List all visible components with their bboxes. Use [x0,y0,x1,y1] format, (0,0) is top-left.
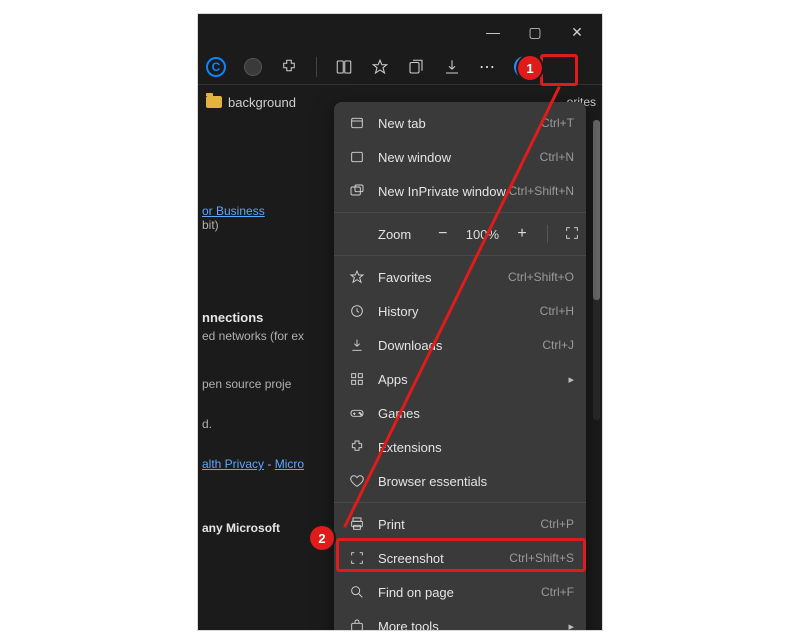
page-text: ed networks (for ex [202,329,304,343]
history-icon [346,303,368,319]
toolbar-divider [316,57,317,77]
page-link-business[interactable]: or Business [202,204,265,218]
extensions-icon[interactable] [280,58,298,76]
fullscreen-icon[interactable] [564,225,580,244]
menu-shortcut: Ctrl+H [540,304,574,318]
zoom-out-button[interactable]: − [434,225,452,243]
menu-shortcut: Ctrl+Shift+O [508,270,574,284]
toolbox-icon [346,618,368,631]
split-screen-icon[interactable] [335,58,353,76]
chevron-right-icon: ▸ [568,620,574,632]
menu-item-find[interactable]: Find on page Ctrl+F [334,575,586,609]
window-maximize[interactable]: ▢ [528,24,542,41]
window-close[interactable]: ✕ [570,24,584,41]
page-text: bit) [202,218,219,232]
menu-label: Favorites [378,270,508,285]
browser-window: — ▢ ✕ C ⋯ background orites or Business … [197,13,603,631]
page-bold-text: any Microsoft [202,521,280,535]
menu-label: Extensions [378,440,574,455]
scrollbar-thumb[interactable] [593,120,600,300]
menu-item-extensions[interactable]: Extensions [334,430,586,464]
annotation-box-1 [540,54,578,86]
menu-label: Find on page [378,585,541,600]
extensions-icon [346,439,368,455]
menu-label: Browser essentials [378,474,574,489]
menu-shortcut: Ctrl+F [541,585,574,599]
menu-item-history[interactable]: History Ctrl+H [334,294,586,328]
menu-item-zoom: Zoom − 100% + [334,217,586,251]
menu-shortcut: Ctrl+Shift+N [509,184,574,198]
menu-item-apps[interactable]: Apps ▸ [334,362,586,396]
profile-badge-icon[interactable]: C [206,57,226,77]
search-icon [346,584,368,600]
menu-item-new-window[interactable]: New window Ctrl+N [334,140,586,174]
menu-shortcut: Ctrl+J [542,338,574,352]
menu-separator [334,212,586,213]
menu-label: More tools [378,619,562,632]
page-text: - [267,457,274,471]
menu-shortcut: Ctrl+P [540,517,574,531]
downloads-icon[interactable] [443,58,461,76]
menu-label: History [378,304,540,319]
page-heading-connections: nnections [202,310,310,325]
menu-item-more-tools[interactable]: More tools ▸ [334,609,586,631]
menu-label: Games [378,406,574,421]
window-minimize[interactable]: — [486,24,500,40]
annotation-badge-1: 1 [518,56,542,80]
chevron-right-icon: ▸ [568,373,574,386]
new-tab-icon [346,115,368,131]
menu-label: New window [378,150,540,165]
page-link-microsoft[interactable]: Micro [275,457,304,471]
annotation-box-2 [336,538,586,572]
page-text: pen source proje [202,377,291,391]
more-menu-button[interactable]: ⋯ [479,57,496,77]
menu-item-print[interactable]: Print Ctrl+P [334,507,586,541]
page-content: or Business bit) nnections ed networks (… [198,120,316,630]
menu-item-downloads[interactable]: Downloads Ctrl+J [334,328,586,362]
menu-item-inprivate[interactable]: New InPrivate window Ctrl+Shift+N [334,174,586,208]
zoom-in-button[interactable]: + [513,225,531,243]
games-icon [346,405,368,421]
inprivate-icon [346,183,368,199]
favorites-icon[interactable] [371,58,389,76]
page-link-health-privacy[interactable]: alth Privacy [202,457,264,471]
folder-icon [206,96,222,108]
bookmark-folder[interactable]: background [228,95,296,110]
menu-label: Apps [378,372,562,387]
menu-item-games[interactable]: Games [334,396,586,430]
apps-icon [346,371,368,387]
annotation-badge-2: 2 [310,526,334,550]
vertical-scrollbar[interactable] [593,120,600,420]
window-controls: — ▢ ✕ [198,14,602,50]
menu-label: New tab [378,116,541,131]
collections-icon[interactable] [407,58,425,76]
page-text: d. [202,417,212,431]
download-icon [346,337,368,353]
zoom-divider [547,225,548,243]
menu-shortcut: Ctrl+N [540,150,574,164]
tracking-prevention-icon[interactable] [244,58,262,76]
menu-shortcut: Ctrl+T [541,116,574,130]
menu-label: New InPrivate window [378,184,509,199]
menu-separator [334,255,586,256]
menu-label: Downloads [378,338,542,353]
star-icon [346,269,368,285]
menu-label: Print [378,517,540,532]
zoom-label: Zoom [378,227,434,242]
new-window-icon [346,149,368,165]
menu-separator [334,502,586,503]
